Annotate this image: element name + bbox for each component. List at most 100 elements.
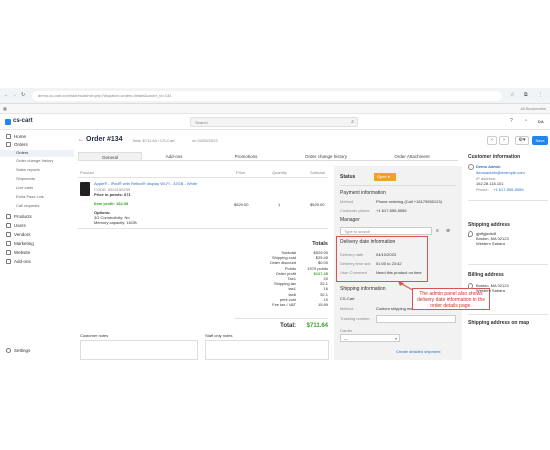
add-icon[interactable]: ⊕ <box>446 228 450 234</box>
star-icon[interactable]: ☆ <box>510 92 514 98</box>
reload-icon[interactable]: ↻ <box>21 92 25 98</box>
vendors-icon <box>6 232 11 237</box>
sidebar-subitem-extra-pass-link[interactable]: Extra Pass Link <box>16 194 44 200</box>
extensions-icon[interactable]: ⧉ <box>524 92 528 98</box>
carrier-select[interactable]: --- ▾ <box>340 334 400 342</box>
save-button[interactable]: Save <box>532 136 548 145</box>
website-icon <box>6 250 11 255</box>
product-thumbnail[interactable] <box>80 182 90 196</box>
phone-label: Phone: <box>476 187 489 192</box>
address-text[interactable]: demo.cs-cart.com/stores/admin.php?dispat… <box>38 93 171 98</box>
admin-search-input[interactable]: Search ⌕ <box>190 117 358 127</box>
customer-notes-textarea[interactable] <box>80 340 198 360</box>
tab-addons[interactable]: Add-ons <box>142 152 206 161</box>
sidebar-item-orders[interactable]: Orders <box>6 142 28 148</box>
total-label: Total: <box>280 323 296 329</box>
settings-dropdown-button[interactable]: ⚙▾ <box>515 136 529 145</box>
address-bar[interactable]: demo.cs-cart.com/stores/admin.php?dispat… <box>32 91 502 101</box>
sidebar-subitem-live-carts[interactable]: Live carts <box>16 185 33 191</box>
manager-heading: Manager <box>340 217 360 223</box>
forward-icon[interactable]: → <box>12 92 17 98</box>
sidebar-item-website[interactable]: Website <box>6 250 30 256</box>
sidebar: Home Orders Orders Order change history … <box>0 130 74 360</box>
help-icon[interactable]: ? <box>510 118 513 124</box>
customer-name-link[interactable]: Demo Admin <box>476 164 501 169</box>
sidebar-subitem-call-requests[interactable]: Call requests <box>16 203 39 209</box>
tab-promotions[interactable]: Promotions <box>214 152 278 161</box>
totals-heading: Totals <box>312 241 328 247</box>
sidebar-item-home[interactable]: Home <box>6 134 26 140</box>
all-bookmarks-link[interactable]: All Bookmarks <box>520 106 546 111</box>
tab-general[interactable]: General <box>78 152 142 161</box>
divider <box>468 314 548 315</box>
back-arrow-icon[interactable]: ← <box>78 137 84 144</box>
location-icon <box>468 283 473 289</box>
product-price-in-points: Price in points: 671 <box>94 192 131 197</box>
user-icon <box>468 164 474 170</box>
screenshot-frame: ← → ↻ demo.cs-cart.com/stores/admin.php?… <box>0 0 550 450</box>
totals-label: Fee tax / VAT <box>272 301 296 307</box>
shipping-address-heading: Shipping address <box>468 222 510 228</box>
customer-notes-label: Customer notes <box>80 333 109 338</box>
sidebar-item-marketing[interactable]: Marketing <box>6 241 34 247</box>
browser-toolbar: ← → ↻ demo.cs-cart.com/stores/admin.php?… <box>0 88 550 104</box>
back-icon[interactable]: ← <box>4 92 9 98</box>
sidebar-subitem-orders[interactable]: Orders <box>16 150 28 156</box>
phone-link[interactable]: +1 617-555-5555 <box>493 187 524 192</box>
tracking-number-label: Tracking number <box>340 316 370 321</box>
status-dropdown[interactable]: Open ▾ <box>374 173 396 181</box>
next-order-button[interactable]: › <box>499 136 509 145</box>
customer-phone-value: +1 617-555-5555 <box>376 208 407 213</box>
sidebar-item-label: Marketing <box>14 241 34 246</box>
sidebar-item-settings[interactable]: Settings <box>6 348 30 354</box>
list-icon[interactable]: ≡ <box>436 228 439 234</box>
shipping-info-heading: Shipping information <box>340 286 386 292</box>
divider <box>468 200 548 201</box>
product-name-link[interactable]: Apple® - iPad® with Retina® display Wi-F… <box>94 181 224 186</box>
products-icon <box>6 214 11 219</box>
divider <box>78 177 328 178</box>
sidebar-subitem-shipments[interactable]: Shipments <box>16 176 35 182</box>
sidebar-item-label: Orders <box>14 142 28 147</box>
shipping-map-heading: Shipping address on map <box>468 320 530 326</box>
order-date: on 04/05/2023 <box>192 138 218 143</box>
avatar[interactable]: DA <box>538 119 544 124</box>
notifications-icon[interactable]: ◔ <box>524 118 527 124</box>
sidebar-item-label: Website <box>14 250 31 255</box>
totals-value: 15.89 <box>317 301 328 307</box>
payment-method-label: Method <box>340 199 354 204</box>
column-header-price: Price <box>236 170 246 175</box>
tab-order-attachment[interactable]: Order Attachment <box>374 152 450 161</box>
tab-order-change-history[interactable]: Order change history <box>290 152 362 161</box>
divider <box>234 318 328 319</box>
customer-email-link[interactable]: demoadmin@example.com <box>476 170 525 175</box>
location-icon <box>468 231 473 237</box>
customer-phone-label: Customer phone <box>340 208 370 213</box>
logo-text[interactable]: cs-cart <box>13 118 33 125</box>
sidebar-subitem-order-change-history[interactable]: Order change history <box>16 158 53 164</box>
product-item-profit: Item profit: 182.08 <box>94 201 129 206</box>
staff-notes-textarea[interactable] <box>205 340 329 360</box>
manager-search-placeholder: Type to search <box>344 229 371 234</box>
apps-icon[interactable]: ▦ <box>3 106 7 111</box>
menu-icon[interactable]: ⋮ <box>538 92 543 98</box>
sidebar-subitem-sales-reports[interactable]: Sales reports <box>16 167 40 173</box>
main-content: ← Order #134 Total: $711.64 / CS-Cart on… <box>74 130 550 360</box>
chevron-down-icon: ▾ <box>394 336 397 341</box>
sidebar-item-label: Home <box>14 134 27 139</box>
bookmarks-bar: ▦ All Bookmarks <box>0 104 550 114</box>
sidebar-item-label: Products <box>14 214 32 219</box>
divider <box>340 185 456 186</box>
prev-order-button[interactable]: ‹ <box>487 136 497 145</box>
sidebar-item-users[interactable]: Users <box>6 223 26 229</box>
payment-heading: Payment information <box>340 190 386 196</box>
sidebar-item-addons[interactable]: Add-ons <box>6 259 31 265</box>
search-icon[interactable]: ⌕ <box>351 119 354 125</box>
shipping-store: CS-Cart <box>340 296 355 301</box>
tracking-number-input[interactable] <box>376 315 456 323</box>
manager-search-input[interactable]: Type to search <box>340 227 432 235</box>
sidebar-item-products[interactable]: Products <box>6 214 32 220</box>
sidebar-item-vendors[interactable]: Vendors <box>6 232 31 238</box>
create-shipment-link[interactable]: Create detailed shipment <box>396 349 440 354</box>
shipping-address-line: Western Sahara <box>476 241 505 246</box>
